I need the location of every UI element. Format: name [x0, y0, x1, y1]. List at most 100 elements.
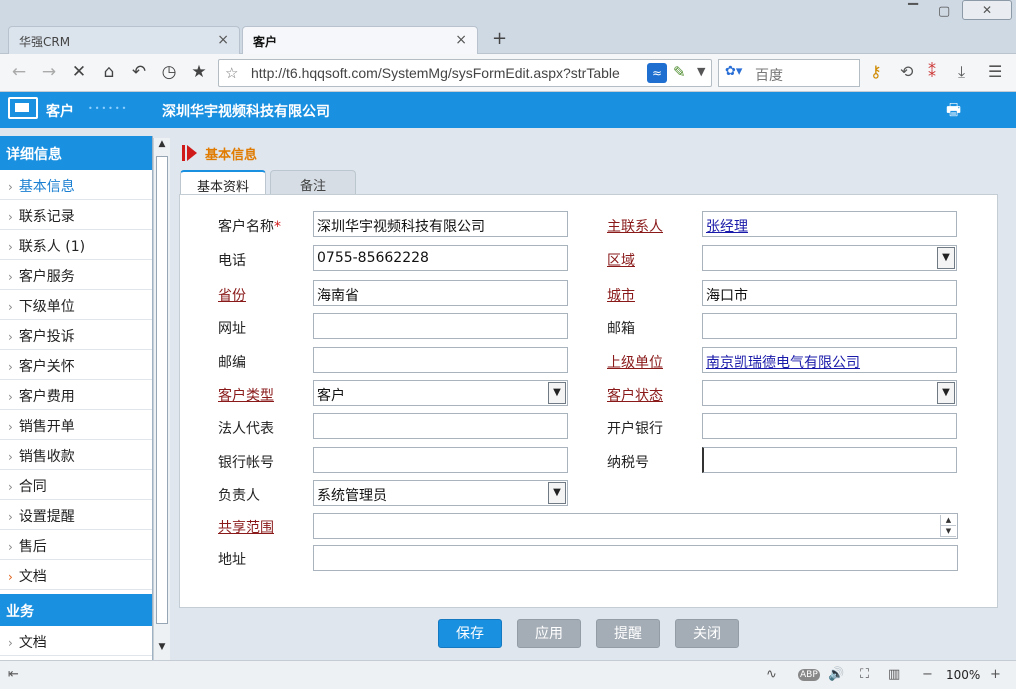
remind-button[interactable]: 提醒: [596, 619, 660, 648]
customer-status-select[interactable]: ▼: [702, 380, 957, 406]
sidebar-item-expenses[interactable]: › 客户费用: [0, 380, 152, 410]
new-tab-icon[interactable]: +: [492, 28, 507, 49]
fullscreen-icon[interactable]: ⛶: [860, 667, 869, 682]
forward-icon[interactable]: →: [38, 62, 60, 82]
chevron-down-icon[interactable]: ▼: [937, 382, 955, 404]
chevron-down-icon[interactable]: ▼: [548, 382, 566, 404]
home-icon[interactable]: ⌂: [98, 62, 120, 82]
sidebar-item-care[interactable]: › 客户关怀: [0, 350, 152, 380]
share-scope-textarea[interactable]: ▲ ▼: [313, 513, 958, 539]
search-engine-icon[interactable]: ✿▾: [725, 64, 742, 79]
sidebar-item-complaints[interactable]: › 客户投诉: [0, 320, 152, 350]
search-input[interactable]: ✿▾ 百度: [718, 59, 860, 87]
share-scope-label[interactable]: 共享范围: [218, 517, 274, 537]
owner-select[interactable]: 系统管理员 ▼: [313, 480, 568, 506]
notification-icon[interactable]: ⁑: [928, 62, 936, 81]
key-icon[interactable]: ⚷: [870, 62, 882, 81]
volume-icon[interactable]: 🔊: [828, 667, 844, 682]
sidebar-item-basic-info[interactable]: › 基本信息: [0, 170, 152, 200]
close-tab-icon[interactable]: ×: [455, 32, 467, 48]
tax-id-label: 纳税号: [607, 455, 649, 471]
city-input[interactable]: 海口市: [702, 280, 957, 306]
sidebar-item-label: 销售收款: [18, 449, 75, 465]
zoom-out-icon[interactable]: −: [922, 667, 933, 682]
extension-icon[interactable]: ≈: [647, 63, 667, 83]
customer-type-label[interactable]: 客户类型: [218, 385, 274, 405]
address-bar[interactable]: ☆ http://t6.hqqsoft.com/SystemMg/sysForm…: [218, 59, 712, 87]
sidebar-item-documents[interactable]: › 文档: [0, 560, 152, 590]
split-view-icon[interactable]: ▥: [888, 667, 900, 682]
history-icon[interactable]: ◷: [158, 62, 180, 82]
window-close-icon[interactable]: ✕: [962, 0, 1012, 20]
sidebar-section-details[interactable]: 详细信息: [0, 136, 152, 170]
tax-id-input[interactable]: [702, 447, 957, 473]
maximize-icon[interactable]: ▢: [938, 4, 950, 19]
sidebar-section-business[interactable]: 业务: [0, 594, 152, 626]
menu-icon[interactable]: ☰: [988, 62, 1002, 81]
performance-icon[interactable]: ∿: [766, 667, 777, 682]
chevron-down-icon[interactable]: ▼: [937, 247, 955, 269]
back-icon[interactable]: ←: [8, 62, 30, 82]
bank-input[interactable]: [702, 413, 957, 439]
printer-icon[interactable]: 🖶: [946, 99, 961, 126]
browser-tab-customer[interactable]: 客户 ×: [242, 26, 478, 55]
minimize-icon[interactable]: ▔: [908, 4, 918, 19]
city-label[interactable]: 城市: [607, 285, 635, 305]
parent-org-label[interactable]: 上级单位: [607, 352, 663, 372]
main-contact-input[interactable]: 张经理: [702, 211, 957, 237]
scroll-down-icon[interactable]: ▼: [154, 642, 170, 658]
sidebar-item-reminder[interactable]: › 设置提醒: [0, 500, 152, 530]
customer-type-select[interactable]: 客户 ▼: [313, 380, 568, 406]
sidebar-item-after-sales[interactable]: › 售后: [0, 530, 152, 560]
chevron-down-icon[interactable]: ▼: [548, 482, 566, 504]
chevron-right-icon: ›: [8, 270, 13, 284]
sidebar-item-sales-order[interactable]: › 销售开单: [0, 410, 152, 440]
parent-org-input[interactable]: 南京凯瑞德电气有限公司: [702, 347, 957, 373]
sidebar-item-documents-2[interactable]: › 文档: [0, 626, 152, 656]
customer-status-label[interactable]: 客户状态: [607, 385, 663, 405]
region-select[interactable]: ▼: [702, 245, 957, 271]
legal-rep-input[interactable]: [313, 413, 568, 439]
chevron-down-icon[interactable]: ▼: [697, 65, 705, 78]
zipcode-input[interactable]: [313, 347, 568, 373]
sidebar-item-label: 客户服务: [18, 269, 75, 285]
email-input[interactable]: [702, 313, 957, 339]
zoom-in-icon[interactable]: +: [990, 667, 1001, 682]
website-input[interactable]: [313, 313, 568, 339]
scrollbar-thumb[interactable]: [156, 156, 168, 624]
sidebar-item-contacts[interactable]: › 联系人 (1): [0, 230, 152, 260]
stop-icon[interactable]: ✕: [68, 62, 90, 82]
sidebar-item-customer-service[interactable]: › 客户服务: [0, 260, 152, 290]
sidebar-item-contract[interactable]: › 合同: [0, 470, 152, 500]
sidebar-item-sales-receipt[interactable]: › 销售收款: [0, 440, 152, 470]
close-tab-icon[interactable]: ×: [217, 32, 229, 48]
extension-pin-icon[interactable]: ✎: [673, 63, 686, 81]
province-input[interactable]: 海南省: [313, 280, 568, 306]
shield-icon[interactable]: ⟲: [900, 62, 913, 81]
favorites-icon[interactable]: ★: [188, 62, 210, 82]
bookmark-star-icon[interactable]: ☆: [225, 64, 238, 82]
sidebar-toggle-icon[interactable]: ⇤: [8, 667, 19, 682]
apply-button[interactable]: 应用: [517, 619, 581, 648]
tab-remarks[interactable]: 备注: [270, 170, 356, 195]
save-button[interactable]: 保存: [438, 619, 502, 648]
browser-tab-crm[interactable]: 华强CRM ×: [8, 26, 240, 54]
phone-input[interactable]: 0755-85662228: [313, 245, 568, 271]
main-contact-label[interactable]: 主联系人: [607, 216, 663, 236]
adblock-icon[interactable]: ABP: [798, 669, 820, 681]
region-label[interactable]: 区域: [607, 250, 635, 270]
undo-icon[interactable]: ↶: [128, 62, 150, 82]
sidebar-item-contact-records[interactable]: › 联系记录: [0, 200, 152, 230]
customer-name-input[interactable]: 深圳华宇视频科技有限公司: [313, 211, 568, 237]
close-button[interactable]: 关闭: [675, 619, 739, 648]
bank-account-input[interactable]: [313, 447, 568, 473]
sidebar-scrollbar[interactable]: ▲ ▼: [153, 138, 170, 660]
province-label[interactable]: 省份: [218, 285, 246, 305]
download-icon[interactable]: ⤓: [958, 62, 965, 82]
spinner[interactable]: ▲ ▼: [940, 515, 956, 537]
address-input[interactable]: [313, 545, 958, 571]
scroll-up-icon[interactable]: ▲: [154, 139, 170, 155]
sidebar-item-sub-units[interactable]: › 下级单位: [0, 290, 152, 320]
url-text[interactable]: http://t6.hqqsoft.com/SystemMg/sysFormEd…: [251, 65, 643, 81]
tab-basic-data[interactable]: 基本资料: [180, 170, 266, 195]
